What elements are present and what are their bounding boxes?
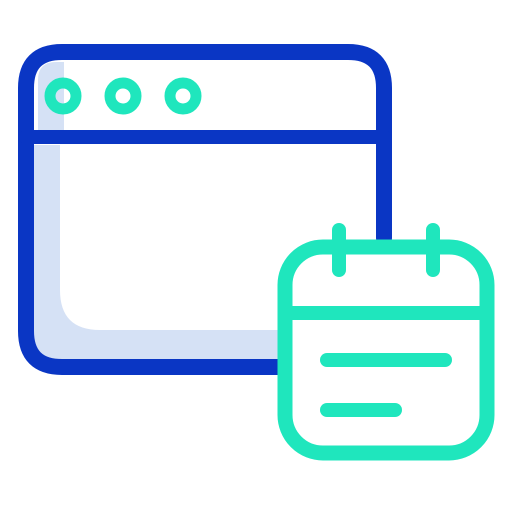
icon-canvas (0, 0, 512, 512)
browser-calendar-icon (18, 44, 495, 461)
calendar-body (277, 239, 495, 461)
window-shade (30, 145, 280, 367)
window-dot-3-icon (164, 77, 202, 115)
window-dot-2-icon (104, 77, 142, 115)
